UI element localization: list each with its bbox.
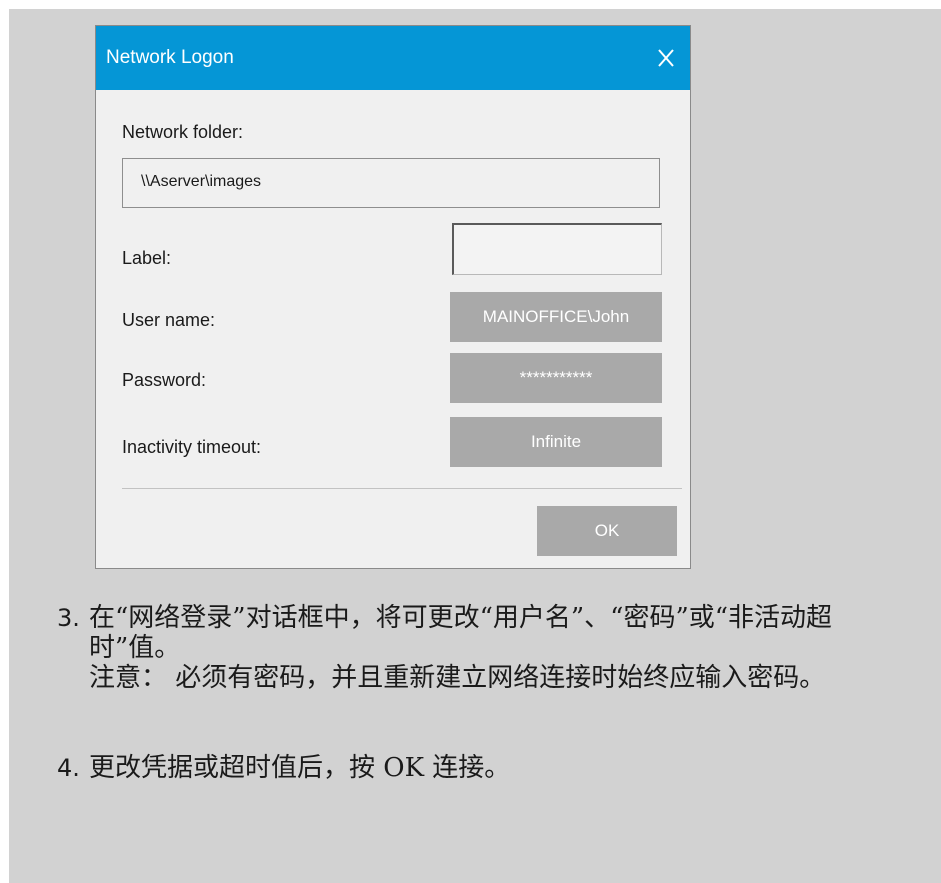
network-logon-dialog: Network Logon Network folder: \\Aserver\…	[95, 25, 691, 569]
step-3-number: 3.	[57, 604, 80, 632]
step-3-note: 注意： 必须有密码，并且重新建立网络连接时始终应输入密码。	[89, 663, 826, 693]
step-4-text: 更改凭据或超时值后，按 OK 连接。	[89, 753, 511, 783]
password-button[interactable]: ***********	[450, 353, 662, 403]
password-label: Password:	[122, 370, 207, 390]
user-name-label: User name:	[122, 310, 216, 330]
ok-button[interactable]: OK	[537, 506, 677, 556]
inactivity-timeout-label: Inactivity timeout:	[122, 437, 262, 457]
user-name-button[interactable]: MAINOFFICE\John	[450, 292, 662, 342]
step-3-text: 在“网络登录”对话框中，将可更改“用户名”、“密码”或“非活动超时”值。	[89, 603, 833, 663]
instructions: 3. 在“网络登录”对话框中，将可更改“用户名”、“密码”或“非活动超时”值。 …	[57, 603, 917, 783]
inactivity-timeout-button[interactable]: Infinite	[450, 417, 662, 467]
label-field-label: Label:	[122, 248, 172, 268]
divider	[122, 488, 682, 489]
close-button[interactable]	[646, 38, 686, 78]
network-folder-field: \\Aserver\images	[122, 158, 660, 208]
step-4: 4. 更改凭据或超时值后，按 OK 连接。	[57, 753, 917, 783]
network-folder-value: \\Aserver\images	[141, 173, 262, 190]
network-folder-label: Network folder:	[122, 122, 244, 142]
dialog-title: Network Logon	[106, 47, 234, 68]
dialog-titlebar: Network Logon	[96, 26, 690, 90]
label-input[interactable]	[452, 223, 662, 275]
step-3: 3. 在“网络登录”对话框中，将可更改“用户名”、“密码”或“非活动超时”值。 …	[57, 603, 917, 693]
step-4-number: 4.	[57, 754, 80, 782]
close-icon	[658, 49, 674, 67]
content-panel: Network Logon Network folder: \\Aserver\…	[9, 9, 941, 883]
